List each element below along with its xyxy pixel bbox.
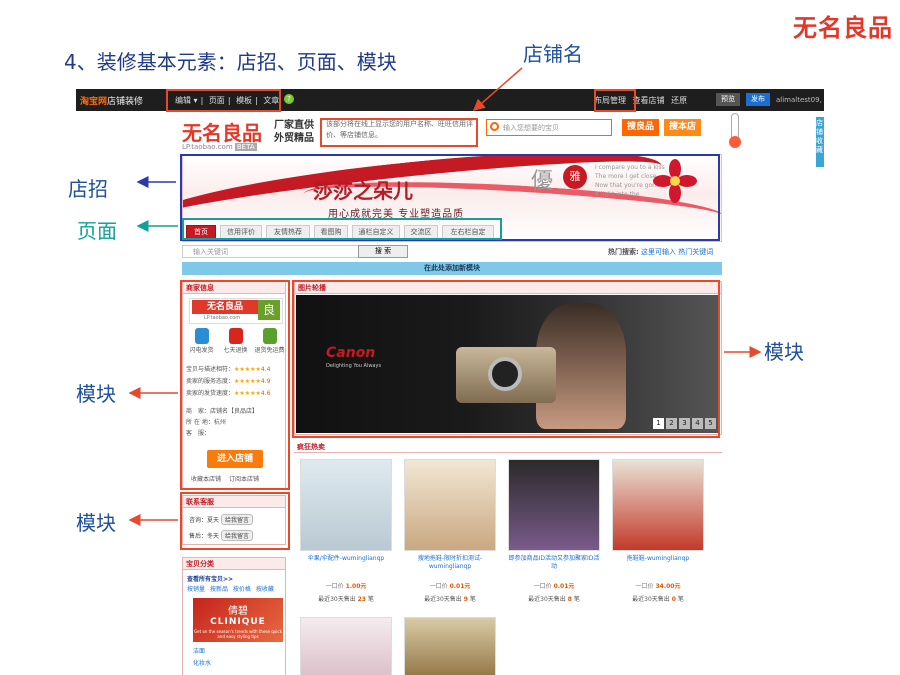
sort-favorites-link[interactable]: 按收藏	[256, 586, 274, 593]
shop-logo[interactable]: 无名良品	[182, 117, 262, 146]
publish-button[interactable]: 发布	[746, 93, 770, 106]
restore-link[interactable]: 还原	[671, 96, 687, 105]
product-card[interactable]	[404, 617, 496, 675]
product-name[interactable]: 伞果/伞配件-wuminglianqp	[300, 555, 392, 571]
hot-searches: 热门搜索: 这里可输入 热门关键词	[608, 248, 714, 256]
clinique-ad[interactable]: 倩碧 CLINIQUE Get on the season's trends w…	[193, 598, 283, 642]
product-card[interactable]: 拖鞋鞋-wuminglianqp 一口价 34.00元 最近30天售出 0 笔	[612, 459, 704, 603]
highlight-shop-name	[320, 118, 478, 147]
preview-button[interactable]: 预览	[716, 93, 740, 106]
shop-search-input[interactable]: 输入您想要的宝贝	[486, 119, 612, 136]
shop-url: LP.taobao.com BETA	[182, 143, 257, 151]
thermometer-icon	[729, 113, 741, 148]
product-name[interactable]: 拖鞋鞋-wuminglianqp	[612, 555, 704, 571]
product-price: 一口价 0.01元	[429, 583, 471, 590]
product-sold: 最近30天售出 0 笔	[632, 596, 684, 603]
category-toner[interactable]: 化妆水	[193, 658, 211, 667]
product-name[interactable]: 即参加商品ID活动又参加聚家ID活动	[508, 555, 600, 571]
product-card[interactable]	[300, 617, 392, 675]
taobao-logo: 淘宝网店铺装修	[80, 97, 144, 107]
callout-shop-name: 店铺名	[523, 42, 583, 66]
highlight-pages	[182, 218, 502, 240]
shop-slogan: 厂家直供 外贸精品	[274, 120, 314, 144]
product-image[interactable]	[404, 617, 496, 675]
product-card[interactable]: 伞果/伞配件-wuminglianqp 一口价 1.00元 最近30天售出 23…	[300, 459, 392, 603]
highlight-editor-menu	[166, 89, 281, 112]
product-price: 一口价 0.01元	[533, 583, 575, 590]
product-image[interactable]	[612, 459, 704, 551]
sort-new-link[interactable]: 按新品	[210, 586, 228, 593]
category-module: 宝贝分类 查看所有宝贝>> 按销量 按新品 按价格 按收藏 倩碧 CLINIQU…	[182, 557, 286, 675]
sort-price-link[interactable]: 按价格	[233, 586, 251, 593]
highlight-carousel-module	[292, 280, 720, 438]
add-module-bar[interactable]: 在此处添加新模块	[182, 262, 722, 275]
product-card[interactable]: 搜地拖鞋-限时折扣测试-wuminglianqp 一口价 0.01元 最近30天…	[404, 459, 496, 603]
search-site-button[interactable]: 搜良品	[622, 119, 660, 136]
brand-logo: 无名良品	[793, 14, 893, 42]
slide: 无名良品 4、装修基本元素：店招、页面、模块 店铺名 店招 页面 模块 模块 模…	[0, 0, 900, 675]
keyword-search-input[interactable]: 输入关键词	[182, 245, 362, 258]
category-title: 宝贝分类	[183, 558, 285, 570]
view-shop-link[interactable]: 查看店铺	[633, 96, 665, 105]
product-image[interactable]	[404, 459, 496, 551]
product-sold: 最近30天售出 8 笔	[528, 596, 580, 603]
user-info[interactable]: alimaltest09, 退出	[776, 95, 824, 105]
product-price: 一口价 1.00元	[325, 583, 367, 590]
hot-items-title: 疯狂热卖	[294, 441, 722, 453]
product-sold: 最近30天售出 9 笔	[424, 596, 476, 603]
highlight-service-module	[180, 492, 290, 550]
help-icon[interactable]: ?	[284, 94, 294, 104]
highlight-layout-manager	[594, 89, 636, 112]
search-shop-button[interactable]: 搜本店	[664, 119, 702, 136]
keyword-search-button[interactable]: 搜 索	[358, 245, 408, 258]
category-cleanser[interactable]: 洁面	[193, 646, 205, 655]
highlight-shop-info-module	[180, 280, 290, 490]
product-price: 一口价 34.00元	[635, 583, 681, 590]
product-image[interactable]	[300, 617, 392, 675]
product-card[interactable]: 即参加商品ID活动又参加聚家ID活动 一口价 0.01元 最近30天售出 8 笔	[508, 459, 600, 603]
view-all-items-link[interactable]: 查看所有宝贝>>	[187, 574, 233, 583]
side-tab[interactable]: 店铺收藏	[816, 117, 824, 167]
product-sold: 最近30天售出 23 笔	[318, 596, 374, 603]
sort-sales-link[interactable]: 按销量	[187, 586, 205, 593]
sort-tags: 按销量 按新品 按价格 按收藏	[187, 584, 277, 593]
product-name[interactable]: 搜地拖鞋-限时折扣测试-wuminglianqp	[404, 555, 496, 571]
hot-items-module: 疯狂热卖 伞果/伞配件-wuminglianqp 一口价 1.00元 最近30天…	[294, 441, 722, 675]
product-image[interactable]	[300, 459, 392, 551]
product-image[interactable]	[508, 459, 600, 551]
slide-title: 4、装修基本元素：店招、页面、模块	[64, 50, 397, 74]
search-icon	[490, 122, 499, 131]
